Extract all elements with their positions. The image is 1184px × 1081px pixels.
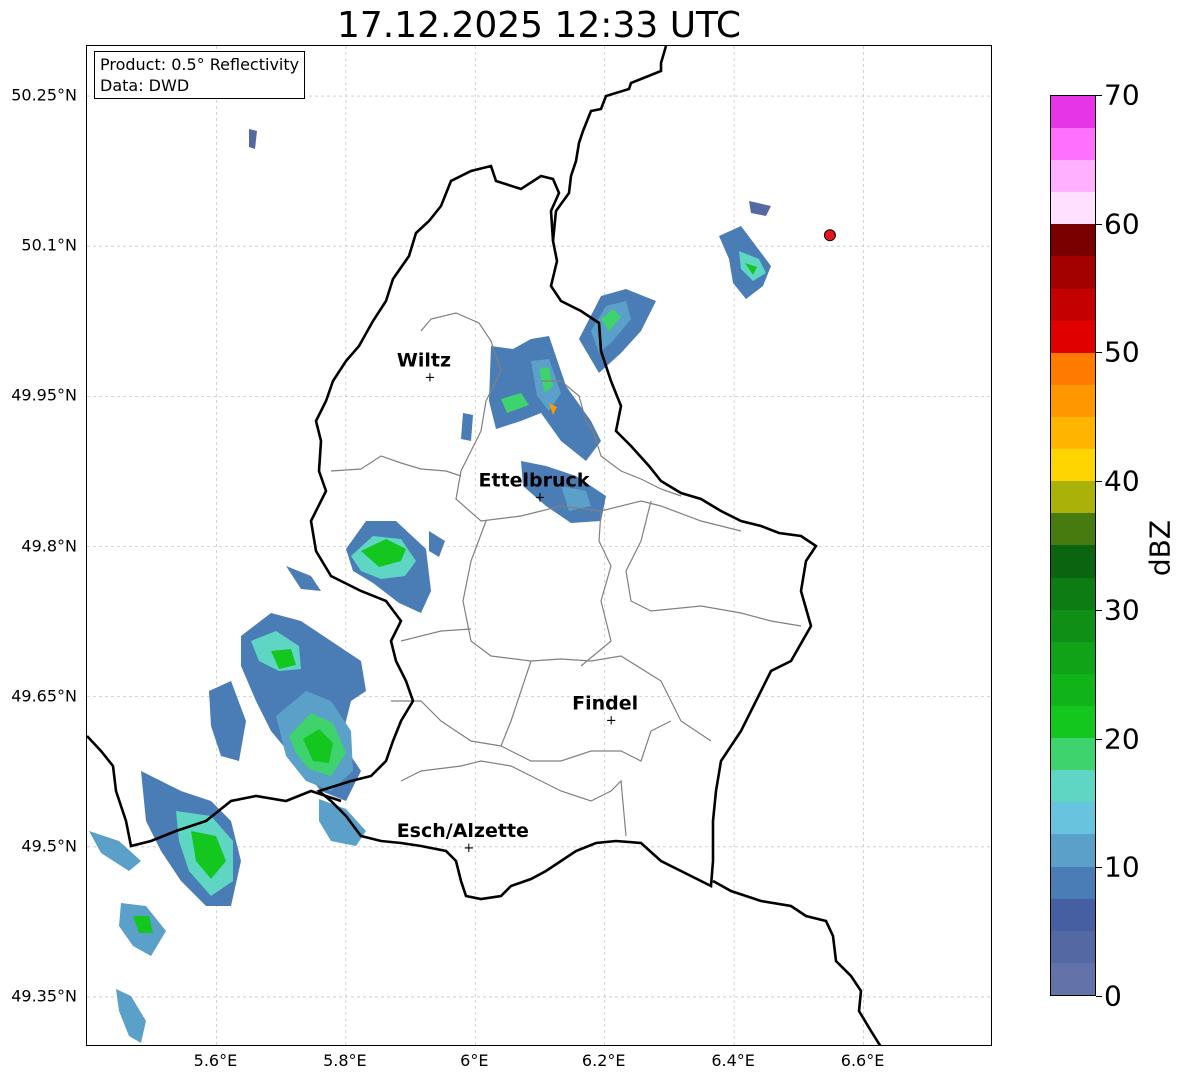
colorbar-segment <box>1051 288 1095 321</box>
colorbar-segment <box>1051 95 1095 129</box>
colorbar-tick-mark <box>1096 481 1102 483</box>
city-marker-icon: + <box>425 370 436 385</box>
colorbar-segment <box>1051 866 1095 899</box>
lat-tick-label: 50.1°N <box>21 235 77 255</box>
lon-tick-label: 6.4°E <box>711 1051 755 1070</box>
colorbar-tick-mark <box>1096 223 1102 225</box>
lat-tick-label: 50.25°N <box>11 85 77 105</box>
city-marker-icon: + <box>606 714 617 729</box>
colorbar-tick-mark <box>1096 867 1102 869</box>
colorbar <box>1050 95 1096 996</box>
colorbar-label: dBZ <box>1143 519 1177 577</box>
city-label: Findel <box>572 693 638 715</box>
colorbar-tick-mark <box>1096 95 1102 96</box>
city-label: Esch/Alzette <box>397 820 529 842</box>
city-marker-icon: + <box>463 841 474 856</box>
colorbar-segment <box>1051 706 1095 739</box>
lon-tick-label: 6.2°E <box>581 1051 626 1070</box>
colorbar-tick-label: 50 <box>1104 335 1140 369</box>
colorbar-segment <box>1051 256 1095 289</box>
colorbar-segment <box>1051 641 1095 674</box>
lon-tick-label: 5.6°E <box>193 1051 238 1070</box>
colorbar-tick-label: 0 <box>1104 979 1122 1013</box>
colorbar-segment <box>1051 513 1095 546</box>
radar-echoes <box>89 129 771 1043</box>
colorbar-tick-label: 60 <box>1104 207 1140 241</box>
colorbar-segment <box>1051 545 1095 578</box>
chart-title: 17.12.2025 12:33 UTC <box>336 5 742 46</box>
colorbar-segment <box>1051 320 1095 353</box>
lat-tick-label: 49.5°N <box>21 836 77 856</box>
colorbar-segment <box>1051 224 1095 257</box>
colorbar-tick-label: 10 <box>1104 850 1140 884</box>
colorbar-tick-mark <box>1096 352 1102 354</box>
lon-tick-label: 6°E <box>460 1051 489 1070</box>
colorbar-segment <box>1051 481 1095 514</box>
colorbar-tick-mark <box>1096 738 1102 740</box>
colorbar-segment <box>1051 898 1095 931</box>
city-label: Ettelbruck <box>479 469 590 491</box>
colorbar-segment <box>1051 609 1095 642</box>
lon-tick-label: 6.6°E <box>840 1051 885 1070</box>
colorbar-tick-label: 30 <box>1104 593 1140 627</box>
city-marker-icon: + <box>535 490 546 505</box>
colorbar-segment <box>1051 417 1095 450</box>
radar-site-marker <box>823 229 836 242</box>
lon-tick-label: 5.8°E <box>323 1051 367 1070</box>
lat-tick-label: 49.8°N <box>21 536 77 555</box>
colorbar-segment <box>1051 738 1095 771</box>
colorbar-segment <box>1051 770 1095 803</box>
colorbar-segment <box>1051 384 1095 418</box>
data-source-label: Data: DWD <box>100 76 190 95</box>
colorbar-segment <box>1051 352 1095 385</box>
colorbar-segment <box>1051 160 1095 193</box>
radar-map[interactable]: + Wiltz + Ettelbruck + Findel + Esch/Alzette <box>86 45 992 1046</box>
product-label: Product: 0.5° Reflectivity <box>100 55 300 74</box>
lat-tick-label: 49.95°N <box>11 385 77 405</box>
city-label: Wiltz <box>397 349 451 371</box>
lat-tick-label: 49.35°N <box>11 986 77 1006</box>
colorbar-tick-mark <box>1096 996 1102 997</box>
colorbar-tick-label: 40 <box>1104 464 1140 498</box>
colorbar-segment <box>1051 577 1095 610</box>
colorbar-segment <box>1051 802 1095 835</box>
colorbar-segment <box>1051 834 1095 867</box>
colorbar-tick-label: 70 <box>1104 78 1140 112</box>
colorbar-segment <box>1051 930 1095 963</box>
colorbar-tick-label: 20 <box>1104 722 1140 756</box>
colorbar-segment <box>1051 962 1095 995</box>
lat-tick-label: 49.65°N <box>11 686 77 706</box>
colorbar-tick-mark <box>1096 609 1102 611</box>
colorbar-segment <box>1051 449 1095 482</box>
colorbar-segment <box>1051 673 1095 707</box>
info-box: Product: 0.5° Reflectivity Data: DWD <box>94 51 306 99</box>
colorbar-segment <box>1051 128 1095 161</box>
colorbar-segment <box>1051 192 1095 225</box>
map-canvas: +Wiltz+Ettelbruck+Findel+Esch/Alzette <box>87 46 991 1045</box>
